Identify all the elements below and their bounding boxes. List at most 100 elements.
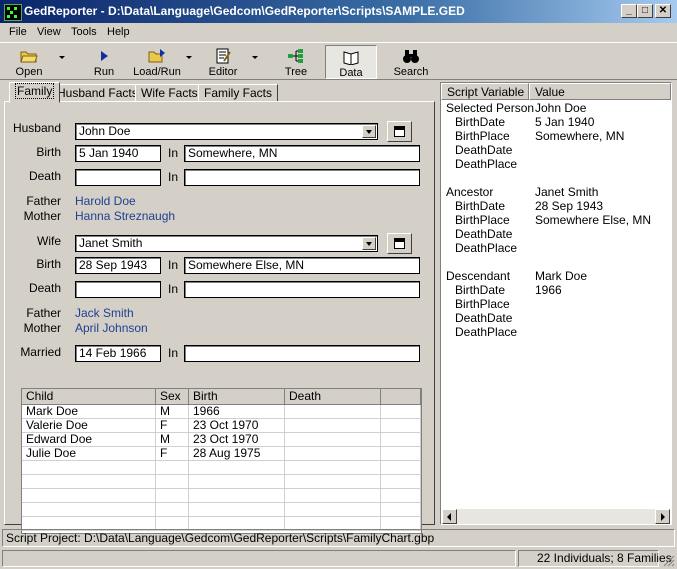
table-row[interactable]: Mark Doe M 1966 (22, 405, 421, 419)
load-run-button[interactable]: Load/Run (130, 45, 184, 79)
table-cell: Julie Doe (22, 447, 156, 461)
table-row[interactable] (22, 475, 421, 489)
chevron-down-icon[interactable] (362, 237, 376, 250)
table-row[interactable] (22, 503, 421, 517)
script-variable-name: BirthDate (455, 115, 506, 129)
close-button[interactable]: ✕ (655, 4, 671, 18)
table-cell: Edward Doe (22, 433, 156, 447)
script-variables-panel[interactable]: Script Variable Value Selected Person Joh… (440, 82, 672, 525)
husband-birth-label: Birth (36, 145, 61, 159)
husband-select[interactable]: John Doe (75, 123, 378, 140)
title-bar[interactable]: GedReporter - D:\Data\Language\Gedcom\Ge… (0, 0, 677, 23)
husband-father-label: Father (26, 194, 61, 208)
individuals-count: 22 Individuals; 8 Families (518, 550, 672, 567)
horizontal-scrollbar[interactable] (442, 509, 670, 524)
tab-family[interactable]: Family (9, 82, 61, 103)
form-icon (394, 238, 405, 249)
table-row[interactable]: Edward Doe M 23 Oct 1970 (22, 433, 421, 447)
resize-grip-icon[interactable] (663, 555, 675, 567)
script-variable-name: BirthDate (455, 283, 506, 297)
husband-details-button[interactable] (387, 121, 412, 142)
table-cell (156, 489, 189, 503)
wife-death-date-field[interactable] (75, 281, 161, 298)
open-button[interactable]: Open (4, 45, 54, 79)
birth-column-header[interactable]: Birth (189, 389, 285, 405)
death-column-header[interactable]: Death (285, 389, 381, 405)
children-grid[interactable]: Child Sex Birth Death Mark Doe M 1966 Valer… (21, 388, 422, 534)
menu-file[interactable]: File (9, 26, 27, 38)
table-row[interactable]: Julie Doe F 28 Aug 1975 (22, 447, 421, 461)
minimize-button[interactable]: _ (621, 4, 637, 18)
table-cell: M (156, 405, 189, 419)
menu-bar: File View Tools Help (0, 23, 677, 42)
sex-column-header[interactable]: Sex (156, 389, 189, 405)
menu-view[interactable]: View (37, 26, 61, 38)
run-button[interactable]: Run (80, 45, 128, 79)
tree-button[interactable]: Tree (272, 45, 320, 79)
child-column-header[interactable]: Child (22, 389, 156, 405)
husband-death-date-field[interactable] (75, 169, 161, 186)
script-variable-name: DeathPlace (455, 325, 518, 339)
table-cell: Mark Doe (22, 405, 156, 419)
open-folder-icon (20, 51, 38, 63)
table-cell (381, 503, 421, 517)
table-cell (22, 503, 156, 517)
table-row[interactable] (22, 461, 421, 475)
open-dropdown-icon[interactable] (59, 56, 65, 59)
table-cell: M (156, 433, 189, 447)
table-cell (22, 489, 156, 503)
married-place-field[interactable] (184, 345, 420, 362)
wife-death-place-field[interactable] (184, 281, 420, 298)
table-cell: 23 Oct 1970 (189, 419, 285, 433)
script-variable-header[interactable]: Script Variable (441, 83, 529, 100)
wife-father-link[interactable]: Jack Smith (75, 306, 134, 320)
editor-button[interactable]: Editor (196, 45, 250, 79)
script-variable-name: Descendant (446, 269, 511, 283)
married-date-field[interactable]: 14 Feb 1966 (75, 345, 161, 362)
table-cell (285, 503, 381, 517)
wife-birth-in-label: In (168, 258, 179, 272)
script-variable-value: Janet Smith (535, 185, 599, 199)
load-run-dropdown-icon[interactable] (186, 56, 192, 59)
tab-family-facts[interactable]: Family Facts (198, 84, 279, 102)
tab-wife-facts[interactable]: Wife Facts (135, 84, 204, 102)
table-row[interactable] (22, 489, 421, 503)
table-cell (189, 461, 285, 475)
table-cell: Valerie Doe (22, 419, 156, 433)
data-label: Data (339, 67, 363, 79)
husband-mother-link[interactable]: Hanna Streznaugh (75, 209, 175, 223)
wife-mother-link[interactable]: April Johnson (75, 321, 148, 335)
data-button[interactable]: Data (325, 45, 377, 79)
husband-father-link[interactable]: Harold Doe (75, 194, 136, 208)
table-cell (381, 405, 421, 419)
husband-death-label: Death (28, 169, 61, 183)
wife-birth-place-field[interactable]: Somewhere Else, MN (184, 257, 420, 274)
table-cell (381, 419, 421, 433)
table-cell (381, 461, 421, 475)
script-variable-value: John Doe (535, 101, 587, 115)
husband-birth-in-label: In (168, 146, 179, 160)
table-cell: 23 Oct 1970 (189, 433, 285, 447)
table-cell: F (156, 447, 189, 461)
husband-birth-place-field[interactable]: Somewhere, MN (184, 145, 420, 162)
menu-help[interactable]: Help (107, 26, 130, 38)
wife-details-button[interactable] (387, 233, 412, 254)
tab-husband-facts[interactable]: Husband Facts (51, 84, 144, 102)
husband-birth-date-field[interactable]: 5 Jan 1940 (75, 145, 161, 162)
table-row[interactable]: Valerie Doe F 23 Oct 1970 (22, 419, 421, 433)
husband-death-place-field[interactable] (184, 169, 420, 186)
search-button[interactable]: Search (386, 45, 436, 79)
wife-select[interactable]: Janet Smith (75, 235, 378, 252)
editor-dropdown-icon[interactable] (252, 56, 258, 59)
menu-tools[interactable]: Tools (71, 26, 97, 38)
maximize-button[interactable]: □ (637, 4, 653, 18)
chevron-down-icon[interactable] (362, 125, 376, 138)
scroll-right-icon[interactable] (655, 509, 670, 524)
wife-death-label: Death (28, 281, 61, 295)
script-variable-name: DeathDate (455, 227, 513, 241)
load-run-icon (148, 49, 165, 63)
wife-birth-date-field[interactable]: 28 Sep 1943 (75, 257, 161, 274)
scroll-left-icon[interactable] (442, 509, 457, 524)
script-variable-name: DeathPlace (455, 241, 518, 255)
value-header[interactable]: Value (529, 83, 671, 100)
